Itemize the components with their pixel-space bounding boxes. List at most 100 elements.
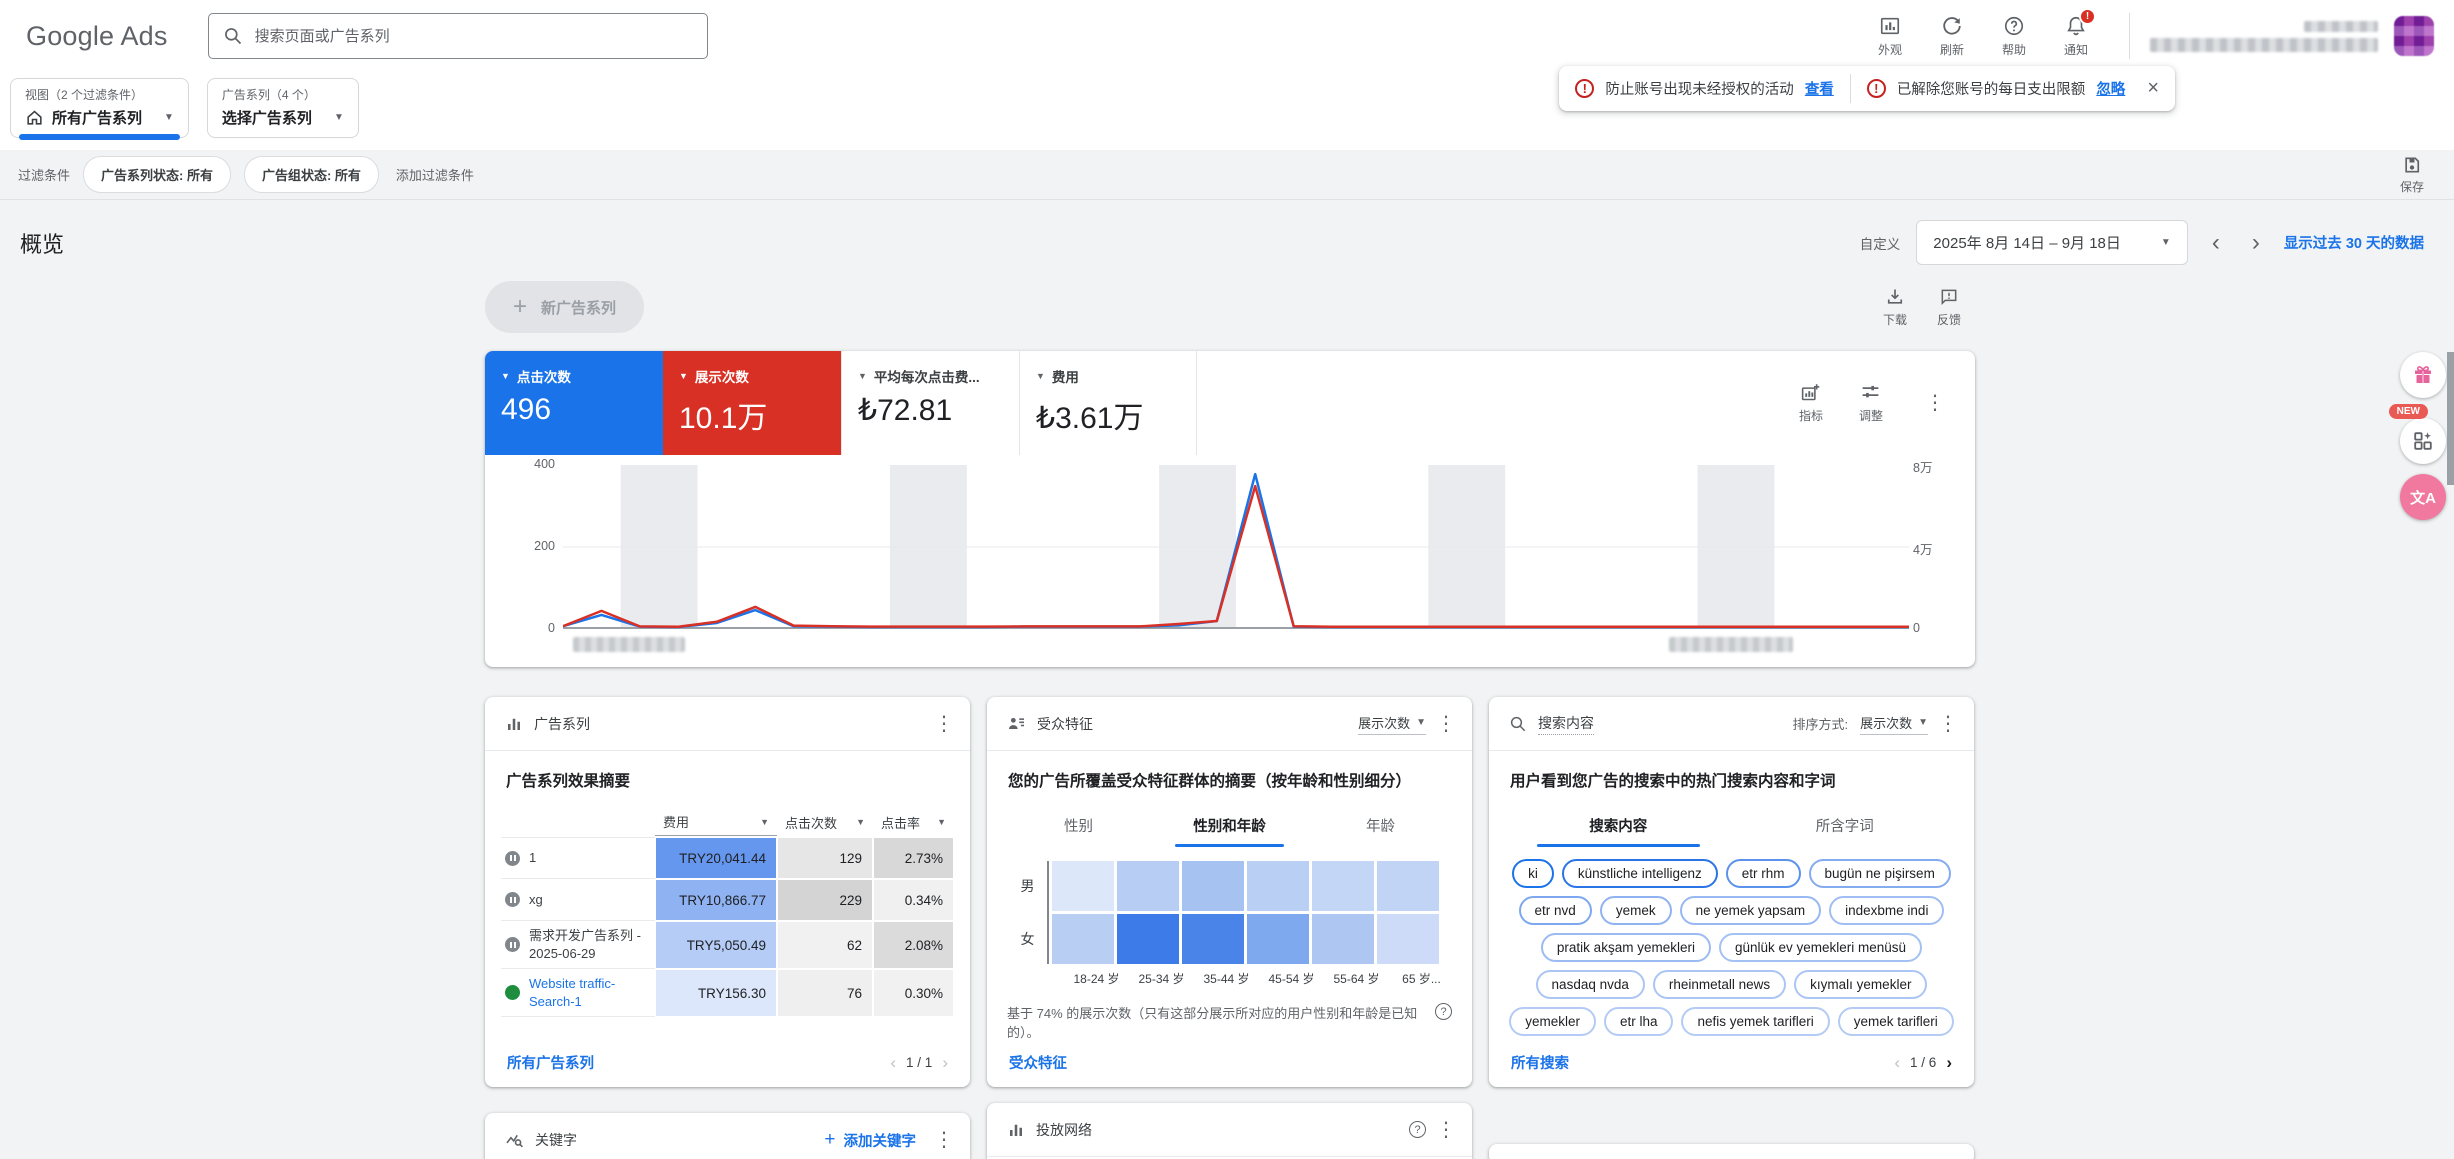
kebab-menu-icon[interactable]: ⋮ — [1430, 1114, 1462, 1146]
apps-shortcut-button[interactable] — [2400, 418, 2446, 464]
metric-tile-clicks[interactable]: ▼ 点击次数 496 — [485, 351, 663, 455]
search-term-chip[interactable]: nasdaq nvda — [1535, 970, 1645, 999]
search-term-chip[interactable]: yemekler — [1509, 1007, 1596, 1036]
search-term-chip[interactable]: yemek — [1599, 896, 1672, 925]
campaign-selector[interactable]: 广告系列（4 个） 选择广告系列 ▼ — [206, 78, 359, 138]
metric-tile-avg-cpc[interactable]: ▼ 平均每次点击费... ₺72.81 — [841, 351, 1019, 455]
kebab-menu-icon[interactable]: ⋮ — [1430, 708, 1462, 740]
save-button[interactable]: 保存 — [2400, 155, 2424, 195]
notifications-button[interactable]: ! 通知 — [2045, 7, 2107, 58]
add-keywords-button[interactable]: + 添加关键字 — [824, 1129, 916, 1151]
overview-chart-plot[interactable] — [563, 465, 1909, 629]
help-circle-icon[interactable]: ? — [1409, 1121, 1426, 1138]
search-term-chip[interactable]: indexbme indi — [1829, 896, 1945, 925]
tab-age[interactable]: 年龄 — [1305, 805, 1456, 847]
heatmap-cell[interactable] — [1376, 861, 1439, 911]
search-term-chip[interactable]: rheinmetall news — [1652, 970, 1787, 999]
search-term-chip[interactable]: yemek tarifleri — [1837, 1007, 1954, 1036]
search-term-chip[interactable]: nefis yemek tarifleri — [1681, 1007, 1830, 1036]
search-term-chip[interactable]: ne yemek yapsam — [1679, 896, 1822, 925]
search-term-chip[interactable]: künstliche intelligenz — [1561, 859, 1718, 888]
tab-included-words[interactable]: 所含字词 — [1732, 805, 1959, 847]
search-term-chip[interactable]: etr nvd — [1518, 896, 1592, 925]
table-row[interactable]: 需求开发广告系列 - 2025-06-29 TRY5,050.49 62 2.08% — [501, 921, 954, 970]
search-terms-sort-select[interactable]: 展示次数 ▼ — [1860, 713, 1928, 735]
demographics-link[interactable]: 受众特征 — [1009, 1052, 1067, 1073]
all-searches-link[interactable]: 所有搜索 — [1511, 1052, 1569, 1073]
campaign-name-cell[interactable]: Website traffic-Search-1 — [501, 969, 655, 1018]
heatmap-cell[interactable] — [1311, 914, 1374, 964]
heatmap-cell[interactable] — [1246, 914, 1309, 964]
campaign-name-cell[interactable]: 需求开发广告系列 - 2025-06-29 — [501, 921, 655, 970]
campaign-name-cell[interactable]: xg — [501, 879, 655, 921]
adjust-button[interactable]: 调整 — [1859, 382, 1883, 424]
search-term-chip[interactable]: etr lha — [1603, 1007, 1674, 1036]
kebab-menu-icon[interactable]: ⋮ — [1919, 387, 1951, 419]
feedback-button[interactable]: 反馈 — [1937, 287, 1961, 328]
heatmap-cell[interactable] — [1116, 914, 1179, 964]
page-prev-icon[interactable]: ‹ — [1894, 1053, 1900, 1073]
metrics-settings-button[interactable]: 指标 — [1799, 382, 1823, 424]
demographics-metric-select[interactable]: 展示次数 ▼ — [1358, 713, 1426, 735]
search-term-chip[interactable]: bugün ne pişirsem — [1808, 859, 1951, 888]
campaign-name[interactable]: Website traffic-Search-1 — [529, 975, 651, 1010]
column-header-clicks[interactable]: 点击次数 ▼ — [777, 809, 873, 836]
alert-view-link[interactable]: 查看 — [1805, 78, 1834, 99]
heatmap-cell[interactable] — [1051, 914, 1114, 964]
help-circle-icon[interactable]: ? — [1435, 1003, 1452, 1020]
column-header-cost[interactable]: 费用 ▼ — [655, 808, 777, 836]
previous-range-button[interactable]: ‹ — [2204, 230, 2228, 255]
table-row[interactable]: xg TRY10,866.77 229 0.34% — [501, 879, 954, 921]
search-term-chip[interactable]: pratik akşam yemekleri — [1540, 933, 1711, 962]
page-indicator: 1 / 6 — [1910, 1055, 1937, 1070]
campaign-name-cell[interactable]: 1 — [501, 837, 655, 879]
all-campaigns-link[interactable]: 所有广告系列 — [507, 1052, 594, 1073]
view-selector[interactable]: 视图（2 个过滤条件） 所有广告系列 ▼ — [10, 78, 189, 140]
show-last-30-days-link[interactable]: 显示过去 30 天的数据 — [2284, 232, 2424, 253]
tab-search-terms[interactable]: 搜索内容 — [1505, 805, 1732, 847]
help-button[interactable]: 帮助 — [1983, 15, 2045, 58]
metric-tile-cost[interactable]: ▼ 费用 ₺3.61万 — [1019, 351, 1197, 455]
filter-chip-campaign-status[interactable]: 广告系列状态: 所有 — [83, 156, 231, 193]
heatmap-cell[interactable] — [1051, 861, 1114, 911]
new-campaign-button[interactable]: + 新广告系列 — [485, 281, 645, 333]
column-header-ctr[interactable]: 点击率 ▼ — [873, 809, 954, 836]
tab-gender-and-age[interactable]: 性别和年龄 — [1154, 805, 1305, 847]
table-row[interactable]: Website traffic-Search-1 TRY156.30 76 0.30% — [501, 969, 954, 1018]
kebab-menu-icon[interactable]: ⋮ — [928, 1124, 960, 1156]
scrollbar-thumb[interactable] — [2447, 352, 2454, 485]
add-filter-button[interactable]: 添加过滤条件 — [396, 165, 474, 184]
avatar[interactable] — [2394, 16, 2434, 56]
page-prev-icon[interactable]: ‹ — [890, 1053, 896, 1073]
heatmap-cell[interactable] — [1376, 914, 1439, 964]
next-range-button[interactable]: › — [2244, 230, 2268, 255]
heatmap-cell[interactable] — [1311, 861, 1374, 911]
kebab-menu-icon[interactable]: ⋮ — [1932, 708, 1964, 740]
global-search[interactable] — [207, 13, 708, 59]
tab-gender[interactable]: 性别 — [1003, 805, 1154, 847]
search-term-chip[interactable]: kıymalı yemekler — [1794, 970, 1928, 999]
search-term-chip[interactable]: etr rhm — [1725, 859, 1801, 888]
close-icon[interactable]: × — [2141, 66, 2175, 111]
alert-dismiss-link[interactable]: 忽略 — [2096, 78, 2125, 99]
date-range-picker[interactable]: 2025年 8月 14日 – 9月 18日 ▼ — [1916, 220, 2188, 265]
search-input[interactable] — [254, 27, 693, 45]
heatmap-cell[interactable] — [1181, 861, 1244, 911]
heatmap-cell[interactable] — [1246, 861, 1309, 911]
search-term-chip[interactable]: ki — [1512, 859, 1554, 888]
filter-chip-adgroup-status[interactable]: 广告组状态: 所有 — [243, 156, 379, 193]
demographics-card-footer: 受众特征 — [1003, 1042, 1456, 1073]
search-term-chip[interactable]: günlük ev yemekleri menüsü — [1718, 933, 1923, 962]
promotions-gift-button[interactable] — [2400, 352, 2446, 398]
table-row[interactable]: 1 TRY20,041.44 129 2.73% — [501, 837, 954, 879]
page-next-icon[interactable]: › — [942, 1053, 948, 1073]
heatmap-cell[interactable] — [1116, 861, 1179, 911]
download-button[interactable]: 下载 — [1883, 287, 1907, 328]
translate-button[interactable]: 文A — [2400, 474, 2446, 520]
heatmap-cell[interactable] — [1181, 914, 1244, 964]
metric-tile-impressions[interactable]: ▼ 展示次数 10.1万 — [663, 351, 841, 455]
page-next-icon[interactable]: › — [1946, 1053, 1952, 1073]
appearance-button[interactable]: 外观 — [1859, 15, 1921, 58]
kebab-menu-icon[interactable]: ⋮ — [928, 708, 960, 740]
refresh-button[interactable]: 刷新 — [1921, 15, 1983, 58]
